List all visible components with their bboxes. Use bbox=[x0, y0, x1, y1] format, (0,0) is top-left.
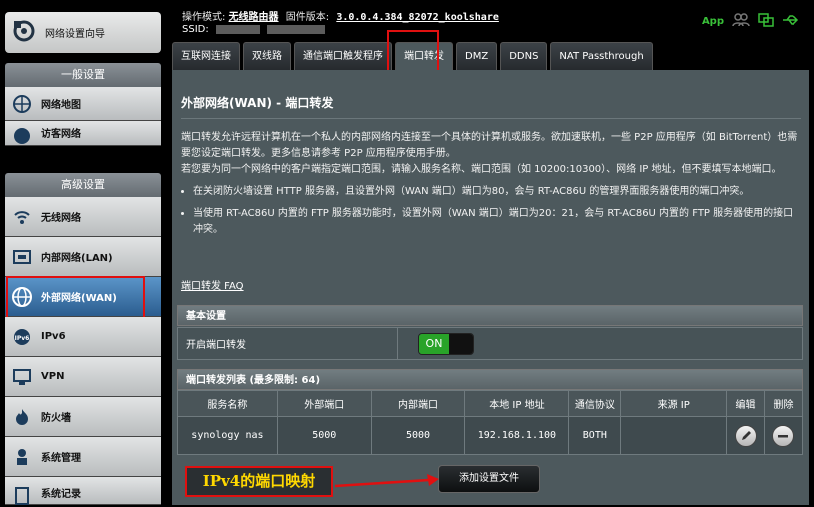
advanced-settings-header: 高级设置 bbox=[5, 173, 161, 197]
network-setup-wizard-button[interactable]: 网络设置向导 bbox=[5, 12, 161, 53]
ipv6-icon: IPv6 bbox=[11, 326, 33, 348]
usb-icon[interactable] bbox=[782, 13, 800, 30]
note-item: 当使用 RT-AC86U 内置的 FTP 服务器功能时，设置外网（WAN 端口）… bbox=[193, 206, 801, 238]
tab-port-trigger[interactable]: 通信端口触发程序 bbox=[294, 42, 392, 70]
status-icons: App bbox=[702, 13, 800, 30]
tab-dmz[interactable]: DMZ bbox=[456, 42, 498, 70]
note-item: 在关闭防火墙设置 HTTP 服务器，且设置外网（WAN 端口）端口为80，会与 … bbox=[193, 184, 801, 200]
tab-dual-wan[interactable]: 双线路 bbox=[243, 42, 291, 70]
delete-cell bbox=[763, 416, 804, 455]
notes-list: 在关闭防火墙设置 HTTP 服务器，且设置外网（WAN 端口）端口为80，会与 … bbox=[181, 184, 801, 238]
firmware-value-link[interactable]: 3.0.0.4.384_82072_koolshare bbox=[336, 12, 499, 23]
table-row: synology nas 5000 5000 192.168.1.100 BOT… bbox=[177, 416, 804, 455]
wifi-icon bbox=[11, 206, 33, 228]
annotation-arrow-icon bbox=[334, 474, 439, 488]
sidebar-item-ipv6[interactable]: IPv6 IPv6 bbox=[5, 317, 161, 357]
firmware-label: 固件版本: bbox=[285, 12, 330, 23]
internal-port-cell: 5000 bbox=[370, 416, 466, 455]
sidebar-item-guest-network[interactable]: 访客网络 bbox=[5, 121, 161, 146]
protocol-cell: BOTH bbox=[568, 416, 622, 455]
source-ip-cell bbox=[620, 416, 728, 455]
sidebar-item-label: 访客网络 bbox=[41, 129, 81, 140]
delete-icon[interactable] bbox=[772, 424, 795, 447]
guest-network-icon bbox=[11, 125, 33, 145]
sidebar-item-label: IPv6 bbox=[41, 331, 66, 342]
svg-text:IPv6: IPv6 bbox=[15, 335, 30, 342]
sidebar-item-vpn[interactable]: VPN bbox=[5, 357, 161, 397]
enable-port-forward-label: 开启端口转发 bbox=[178, 328, 398, 359]
basic-settings-header: 基本设置 bbox=[177, 305, 803, 326]
log-icon bbox=[11, 485, 33, 507]
sidebar-item-system-log[interactable]: 系统记录 bbox=[5, 477, 161, 505]
sidebar-item-network-map[interactable]: 网络地图 bbox=[5, 87, 161, 121]
port-forward-toggle[interactable]: ON bbox=[418, 332, 474, 355]
app-link[interactable]: App bbox=[702, 16, 724, 27]
tab-ddns[interactable]: DDNS bbox=[500, 42, 548, 70]
column-header: 删除 bbox=[763, 390, 804, 417]
local-ip-cell: 192.168.1.100 bbox=[464, 416, 570, 455]
column-header: 服务名称 bbox=[177, 390, 278, 417]
sidebar-item-label: 系统记录 bbox=[41, 489, 81, 500]
port-forward-list-header: 端口转发列表 (最多限制: 64) bbox=[177, 369, 803, 390]
wizard-icon bbox=[11, 18, 37, 47]
external-port-cell: 5000 bbox=[276, 416, 372, 455]
ssid-value-redacted bbox=[267, 24, 326, 34]
tab-nat-passthrough[interactable]: NAT Passthrough bbox=[550, 42, 653, 70]
column-header: 内部端口 bbox=[370, 390, 466, 417]
vpn-icon bbox=[11, 366, 33, 388]
wan-highlight-box bbox=[6, 276, 145, 319]
main-content: 外部网络(WAN) - 端口转发 端口转发允许远程计算机在一个私人的内部网络内连… bbox=[172, 70, 809, 505]
table-header-row: 服务名称 外部端口 内部端口 本地 IP 地址 通信协议 来源 IP 编辑 删除 bbox=[177, 390, 804, 417]
sidebar-item-label: 防火墙 bbox=[41, 413, 71, 424]
sidebar-item-label: 无线网络 bbox=[41, 213, 81, 224]
operation-mode-info: 操作模式: 无线路由器 固件版本: 3.0.0.4.384_82072_kool… bbox=[182, 8, 499, 23]
port-forward-faq-link[interactable]: 端口转发 FAQ bbox=[181, 277, 244, 292]
column-header: 本地 IP 地址 bbox=[464, 390, 570, 417]
column-header: 编辑 bbox=[726, 390, 765, 417]
sidebar-item-label: VPN bbox=[41, 371, 65, 382]
enable-port-forward-row: 开启端口转发 ON bbox=[177, 327, 803, 360]
title-divider bbox=[181, 118, 801, 119]
sidebar-item-label: 系统管理 bbox=[41, 453, 81, 464]
edit-cell bbox=[726, 416, 765, 455]
sidebar-item-label: 内部网络(LAN) bbox=[41, 253, 113, 264]
description-paragraph: 端口转发允许远程计算机在一个私人的内部网络内连接至一个具体的计算机或服务。欲加速… bbox=[181, 132, 798, 159]
globe-icon bbox=[11, 93, 33, 115]
tab-internet-connection[interactable]: 互联网连接 bbox=[172, 42, 240, 70]
sidebar-item-firewall[interactable]: 防火墙 bbox=[5, 397, 161, 437]
users-icon[interactable] bbox=[732, 13, 750, 30]
description-paragraph: 若您要为同一个网络中的客户端指定端口范围，请输入服务名称、端口范围（如 1020… bbox=[181, 164, 782, 175]
sidebar-item-wireless[interactable]: 无线网络 bbox=[5, 197, 161, 237]
ssid-value-redacted bbox=[215, 24, 260, 34]
page-title: 外部网络(WAN) - 端口转发 bbox=[181, 96, 334, 110]
network-status-icon[interactable] bbox=[758, 13, 774, 30]
sidebar-item-lan[interactable]: 内部网络(LAN) bbox=[5, 237, 161, 277]
toggle-on-label: ON bbox=[419, 333, 449, 354]
port-forward-table: 服务名称 外部端口 内部端口 本地 IP 地址 通信协议 来源 IP 编辑 删除… bbox=[177, 390, 804, 455]
edit-icon[interactable] bbox=[734, 424, 757, 447]
general-settings-header: 一般设置 bbox=[5, 63, 161, 87]
column-header: 外部端口 bbox=[276, 390, 372, 417]
page-description: 端口转发允许远程计算机在一个私人的内部网络内连接至一个具体的计算机或服务。欲加速… bbox=[181, 130, 801, 244]
sidebar-item-administration[interactable]: 系统管理 bbox=[5, 437, 161, 477]
add-profile-button[interactable]: 添加设置文件 bbox=[438, 465, 540, 493]
firewall-icon bbox=[11, 406, 33, 428]
column-header: 来源 IP bbox=[620, 390, 728, 417]
service-name-cell: synology nas bbox=[177, 416, 278, 455]
mode-value-link[interactable]: 无线路由器 bbox=[229, 12, 279, 23]
wizard-label: 网络设置向导 bbox=[45, 29, 105, 40]
mode-label: 操作模式: bbox=[182, 12, 226, 23]
admin-icon bbox=[11, 446, 33, 468]
ssid-info: SSID: bbox=[182, 24, 326, 35]
lan-icon bbox=[11, 246, 33, 268]
ssid-label: SSID: bbox=[182, 24, 209, 35]
ipv4-port-mapping-annotation: IPv4的端口映射 bbox=[185, 466, 333, 497]
sidebar-item-label: 网络地图 bbox=[41, 100, 81, 111]
column-header: 通信协议 bbox=[568, 390, 622, 417]
toggle-knob bbox=[449, 333, 473, 354]
